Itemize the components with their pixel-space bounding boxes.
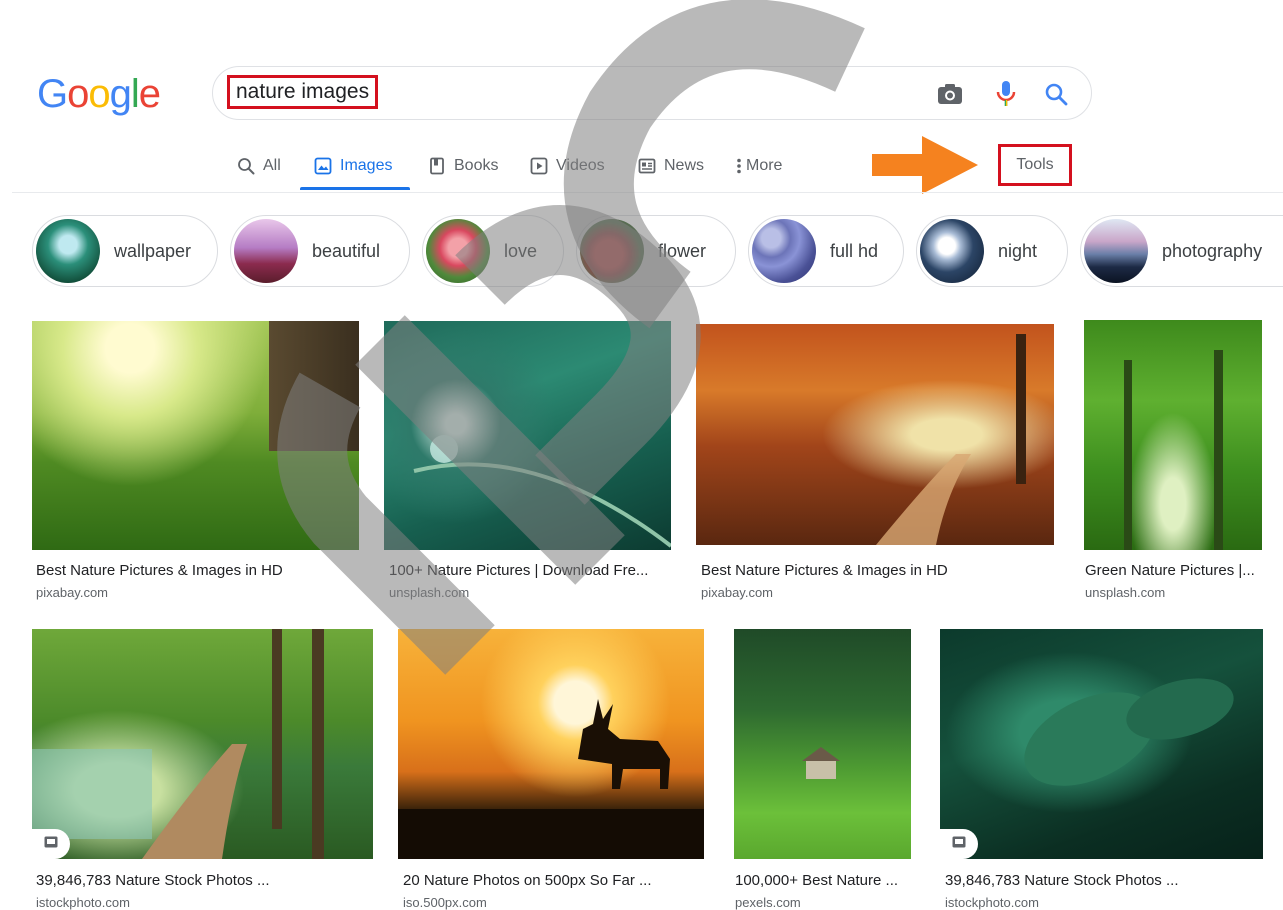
result-title[interactable]: Best Nature Pictures & Images in HD xyxy=(701,562,1051,579)
chip-flower[interactable]: flower xyxy=(576,215,736,287)
result-source: unsplash.com xyxy=(1085,585,1166,600)
more-vert-icon xyxy=(736,157,742,175)
annotation-arrow-icon xyxy=(872,136,978,194)
result-source: pixabay.com xyxy=(701,585,774,600)
chip-thumbnail xyxy=(580,219,644,283)
chip-thumbnail xyxy=(234,219,298,283)
result-title[interactable]: 39,846,783 Nature Stock Photos ... xyxy=(945,872,1263,889)
result-thumbnail xyxy=(734,629,911,859)
chip-love[interactable]: love xyxy=(422,215,564,287)
image-result[interactable]: Green Nature Pictures |... unsplash.com xyxy=(1084,320,1262,601)
image-badge-icon xyxy=(952,835,966,853)
result-title[interactable]: 100+ Nature Pictures | Download Fre... xyxy=(389,562,669,579)
result-thumbnail xyxy=(32,321,359,550)
result-title[interactable]: 39,846,783 Nature Stock Photos ... xyxy=(36,872,366,889)
logo-letter: l xyxy=(130,72,140,116)
tab-videos[interactable]: Videos xyxy=(526,142,609,190)
chip-label: beautiful xyxy=(312,240,381,261)
play-icon xyxy=(530,157,548,175)
news-icon xyxy=(638,157,656,175)
result-source: iso.500px.com xyxy=(403,895,487,910)
result-source: pexels.com xyxy=(735,895,801,910)
image-result[interactable]: 100,000+ Best Nature ... pexels.com xyxy=(734,629,911,910)
tab-books[interactable]: Books xyxy=(424,142,502,190)
image-result[interactable]: 20 Nature Photos on 500px So Far ... iso… xyxy=(398,629,704,910)
tab-label: All xyxy=(263,157,281,174)
result-source: pixabay.com xyxy=(36,585,109,600)
logo-letter: o xyxy=(67,72,89,116)
logo-letter: o xyxy=(88,72,110,116)
result-thumbnail xyxy=(384,321,671,550)
result-thumbnail xyxy=(32,629,373,859)
header-divider xyxy=(12,192,1283,193)
image-result[interactable]: Best Nature Pictures & Images in HD pixa… xyxy=(32,321,359,601)
tab-more[interactable]: More xyxy=(732,142,786,190)
camera-icon[interactable] xyxy=(935,79,965,109)
tab-images[interactable]: Images xyxy=(300,142,410,190)
result-title[interactable]: 20 Nature Photos on 500px So Far ... xyxy=(403,872,703,889)
search-icon xyxy=(237,157,255,175)
logo-letter: e xyxy=(138,72,161,116)
image-result[interactable]: 39,846,783 Nature Stock Photos ... istoc… xyxy=(32,629,373,910)
tab-label: News xyxy=(664,157,705,174)
result-thumbnail xyxy=(1084,320,1262,550)
image-result[interactable]: 100+ Nature Pictures | Download Fre... u… xyxy=(384,321,671,601)
image-icon xyxy=(314,157,332,175)
result-source: unsplash.com xyxy=(389,585,470,600)
chip-thumbnail xyxy=(752,219,816,283)
chip-night[interactable]: night xyxy=(916,215,1068,287)
chip-thumbnail xyxy=(36,219,100,283)
image-badge-icon xyxy=(44,835,58,853)
result-title[interactable]: Green Nature Pictures |... xyxy=(1085,562,1262,579)
chip-label: wallpaper xyxy=(114,240,192,261)
chip-thumbnail xyxy=(426,219,490,283)
logo-letter: G xyxy=(37,72,68,116)
tools-button[interactable]: Tools xyxy=(998,144,1072,186)
image-result[interactable]: Best Nature Pictures & Images in HD pixa… xyxy=(696,324,1054,601)
result-thumbnail xyxy=(940,629,1263,859)
search-input[interactable]: nature images xyxy=(227,75,379,109)
chip-label: love xyxy=(504,240,538,261)
result-thumbnail xyxy=(398,629,704,859)
book-icon xyxy=(428,157,446,175)
result-title[interactable]: 100,000+ Best Nature ... xyxy=(735,872,911,889)
search-box[interactable]: nature images xyxy=(212,66,1092,120)
tab-label: Books xyxy=(454,157,499,174)
tab-all[interactable]: All xyxy=(233,142,285,190)
chip-label: night xyxy=(998,240,1038,261)
search-tabs: All Images Books Videos News More xyxy=(0,142,1283,194)
chip-label: full hd xyxy=(830,240,879,261)
result-title[interactable]: Best Nature Pictures & Images in HD xyxy=(36,562,356,579)
chip-thumbnail xyxy=(920,219,984,283)
tab-label: Images xyxy=(340,157,393,174)
chip-full-hd[interactable]: full hd xyxy=(748,215,904,287)
result-source: istockphoto.com xyxy=(945,895,1039,910)
chip-beautiful[interactable]: beautiful xyxy=(230,215,410,287)
search-icon[interactable] xyxy=(1041,79,1071,109)
badge xyxy=(940,829,978,859)
result-thumbnail xyxy=(696,324,1054,545)
logo-letter: g xyxy=(109,72,132,116)
chip-label: flower xyxy=(658,240,707,261)
result-source: istockphoto.com xyxy=(36,895,130,910)
chip-photography[interactable]: photography xyxy=(1080,215,1283,287)
tab-label: Videos xyxy=(556,157,605,174)
tab-news[interactable]: News xyxy=(634,142,708,190)
microphone-icon[interactable] xyxy=(991,79,1021,109)
google-logo[interactable]: Google xyxy=(37,72,161,116)
image-result[interactable]: 39,846,783 Nature Stock Photos ... istoc… xyxy=(940,629,1263,910)
chip-wallpaper[interactable]: wallpaper xyxy=(32,215,218,287)
badge xyxy=(32,829,70,859)
tab-label: More xyxy=(746,157,783,174)
chip-thumbnail xyxy=(1084,219,1148,283)
chip-label: photography xyxy=(1162,240,1263,261)
